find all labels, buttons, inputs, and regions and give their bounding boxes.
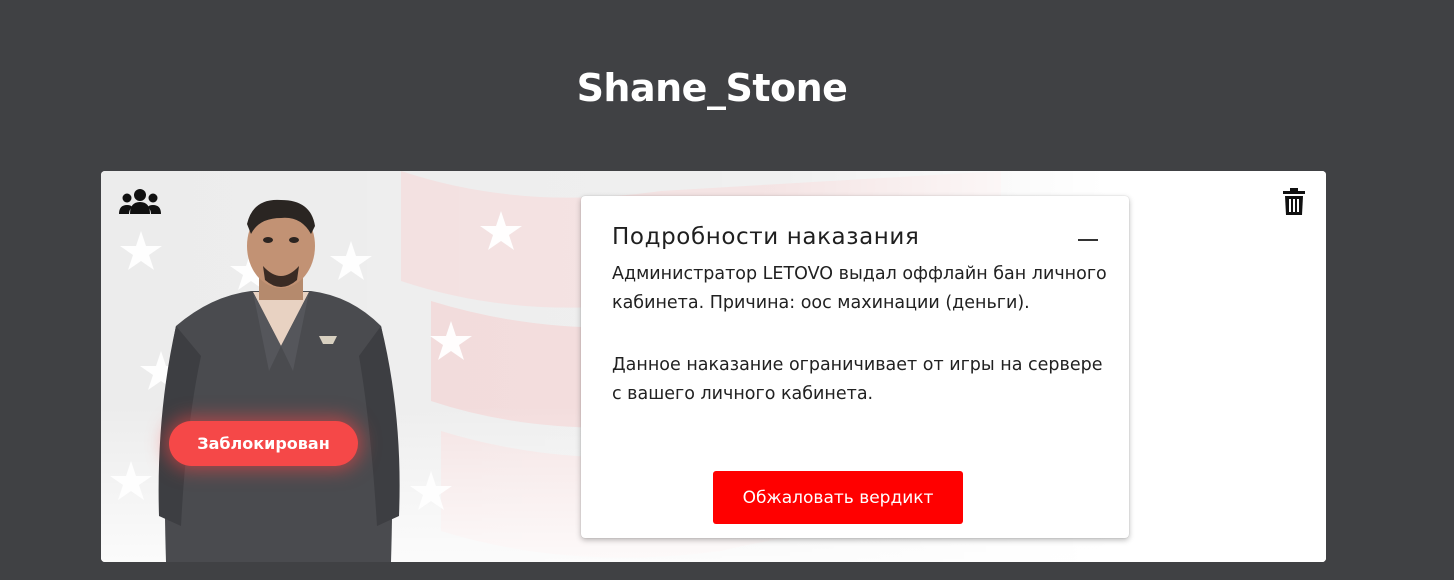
- ban-card: Заблокирован Подробности наказания Админ…: [101, 171, 1326, 562]
- punishment-description: Администратор LETOVO выдал оффлайн бан л…: [612, 264, 1107, 313]
- trash-icon[interactable]: [1283, 188, 1305, 215]
- minus-icon[interactable]: [1078, 239, 1098, 241]
- users-group-icon[interactable]: [119, 188, 161, 216]
- punishment-note: Данное наказание ограничивает от игры на…: [612, 355, 1103, 404]
- panel-title: Подробности наказания: [612, 224, 920, 250]
- status-badge: Заблокирован: [169, 421, 358, 466]
- punishment-details-panel: Подробности наказания Администратор LETO…: [581, 196, 1129, 538]
- character-skin: [158, 199, 400, 562]
- appeal-button[interactable]: Обжаловать вердикт: [713, 471, 963, 524]
- page-title: Shane_Stone: [576, 66, 848, 110]
